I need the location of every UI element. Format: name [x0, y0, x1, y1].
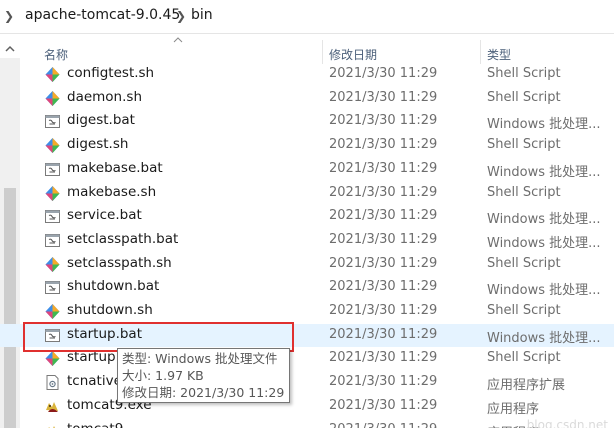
batch-file-icon: [44, 279, 61, 296]
file-name[interactable]: shutdown.sh: [67, 302, 153, 318]
tooltip-date: 修改日期: 2021/3/30 11:29: [122, 385, 285, 400]
file-date-modified: 2021/3/30 11:29: [329, 397, 438, 413]
breadcrumb-apache-tomcat[interactable]: apache-tomcat-9.0.45: [25, 7, 180, 23]
scroll-up-button[interactable]: [0, 40, 20, 56]
file-name[interactable]: setclasspath.bat: [67, 231, 178, 247]
file-date-modified: 2021/3/30 11:29: [329, 231, 438, 247]
file-type: 应用程序扩展: [487, 378, 566, 394]
file-row[interactable]: makebase.sh 2021/3/30 11:29 Shell Script: [0, 182, 614, 206]
file-date-modified: 2021/3/30 11:29: [329, 184, 438, 200]
shell-script-icon: [44, 185, 61, 202]
tomcat-exe-icon: [44, 398, 61, 415]
file-type: Windows 批处理...: [487, 330, 601, 346]
file-date-modified: 2021/3/30 11:29: [329, 279, 438, 295]
file-row[interactable]: setclasspath.bat 2021/3/30 11:29 Windows 批…: [0, 229, 614, 253]
batch-file-icon: [44, 208, 61, 225]
tooltip-size: 大小: 1.97 KB: [122, 368, 204, 383]
column-header-name[interactable]: 名称: [44, 46, 68, 63]
file-type: Shell Script: [487, 89, 561, 105]
file-name[interactable]: daemon.sh: [67, 89, 142, 105]
shell-script-icon: [44, 303, 61, 320]
shell-script-icon: [44, 137, 61, 154]
file-row[interactable]: tcnative 2021/3/30 11:29 应用程序扩展: [0, 371, 614, 395]
file-date-modified: 2021/3/30 11:29: [329, 160, 438, 176]
chevron-right-icon[interactable]: ❯: [4, 9, 14, 23]
file-date-modified: 2021/3/30 11:29: [329, 66, 438, 81]
file-name[interactable]: configtest.sh: [67, 65, 154, 81]
file-row[interactable]: digest.sh 2021/3/30 11:29 Shell Script: [0, 134, 614, 158]
file-name[interactable]: shutdown.bat: [67, 278, 159, 294]
column-header-date-modified[interactable]: 修改日期: [329, 46, 377, 63]
shell-script-icon: [44, 66, 61, 83]
file-date-modified: 2021/3/30 11:29: [329, 113, 438, 129]
file-name[interactable]: setclasspath.sh: [67, 255, 172, 271]
file-name[interactable]: tcnative: [67, 373, 122, 389]
file-type: Shell Script: [487, 184, 561, 200]
file-row[interactable]: tomcat9.exe 2021/3/30 11:29 应用程序: [0, 395, 614, 419]
shell-script-icon: [44, 90, 61, 107]
file-row[interactable]: setclasspath.sh 2021/3/30 11:29 Shell Scri…: [0, 253, 614, 277]
file-type: Shell Script: [487, 255, 561, 271]
file-name[interactable]: service.bat: [67, 207, 142, 223]
file-type: Windows 批处理...: [487, 235, 601, 251]
shell-script-icon: [44, 256, 61, 273]
address-bar[interactable]: ❯ apache-tomcat-9.0.45 ❯ bin: [0, 0, 614, 34]
file-type: Shell Script: [487, 303, 561, 318]
file-type: 应用程序: [487, 401, 540, 417]
sort-ascending-icon: [173, 37, 183, 43]
file-date-modified: 2021/3/30 11:29: [329, 374, 438, 390]
file-date-modified: 2021/3/30 11:29: [329, 89, 438, 105]
breadcrumb-bin[interactable]: bin: [191, 7, 213, 23]
watermark: blog.csdn.net: [526, 418, 608, 428]
file-date-modified: 2021/3/30 11:29: [329, 208, 438, 224]
file-type: Shell Script: [487, 66, 561, 81]
file-row[interactable]: shutdown.bat 2021/3/30 11:29 Windows 批处理..…: [0, 276, 614, 300]
column-divider[interactable]: [322, 40, 323, 64]
file-date-modified: 2021/3/30 11:29: [329, 326, 438, 342]
file-row[interactable]: tomcat92021/3/30 11:29应用程序: [0, 419, 614, 428]
dll-file-icon: [44, 374, 61, 391]
file-date-modified: 2021/3/30 11:29: [329, 303, 438, 318]
file-name[interactable]: makebase.bat: [67, 160, 163, 176]
chevron-right-icon[interactable]: ❯: [176, 9, 186, 23]
file-date-modified: 2021/3/30 11:29: [329, 137, 438, 153]
file-date-modified: 2021/3/30 11:29: [329, 255, 438, 271]
column-header-type[interactable]: 类型: [487, 46, 511, 63]
file-name[interactable]: digest.bat: [67, 112, 135, 128]
file-type: Windows 批处理...: [487, 283, 601, 299]
chevron-up-icon: [5, 45, 15, 52]
file-row[interactable]: digest.bat 2021/3/30 11:29 Windows 批处理...: [0, 110, 614, 134]
batch-file-icon: [44, 113, 61, 130]
file-name[interactable]: digest.sh: [67, 136, 128, 152]
shell-script-icon: [44, 350, 61, 367]
file-row[interactable]: service.bat 2021/3/30 11:29 Windows 批处理...: [0, 205, 614, 229]
file-type: Windows 批处理...: [487, 212, 601, 228]
file-date-modified: 2021/3/30 11:29: [329, 350, 438, 366]
batch-file-icon: [44, 232, 61, 249]
batch-file-icon: [44, 161, 61, 178]
file-type: Windows 批处理...: [487, 164, 601, 180]
file-name[interactable]: makebase.sh: [67, 184, 156, 200]
file-row[interactable]: makebase.bat 2021/3/30 11:29 Windows 批处理..…: [0, 158, 614, 182]
file-row[interactable]: daemon.sh 2021/3/30 11:29 Shell Script: [0, 87, 614, 111]
file-name[interactable]: tomcat9: [67, 421, 123, 428]
file-type: Shell Script: [487, 137, 561, 153]
file-row[interactable]: shutdown.sh 2021/3/30 11:29 Shell Script: [0, 300, 614, 324]
file-info-tooltip: 类型: Windows 批处理文件 大小: 1.97 KB 修改日期: 2021…: [117, 348, 290, 403]
file-date-modified: 2021/3/30 11:29: [329, 422, 437, 428]
tooltip-type: 类型: Windows 批处理文件: [122, 351, 278, 366]
tomcat-exe-icon: [44, 422, 61, 428]
column-divider[interactable]: [480, 40, 481, 64]
file-type: Windows 批处理...: [487, 117, 601, 133]
file-row[interactable]: configtest.sh 2021/3/30 11:29 Shell Script: [0, 63, 614, 87]
file-type: Shell Script: [487, 350, 561, 366]
